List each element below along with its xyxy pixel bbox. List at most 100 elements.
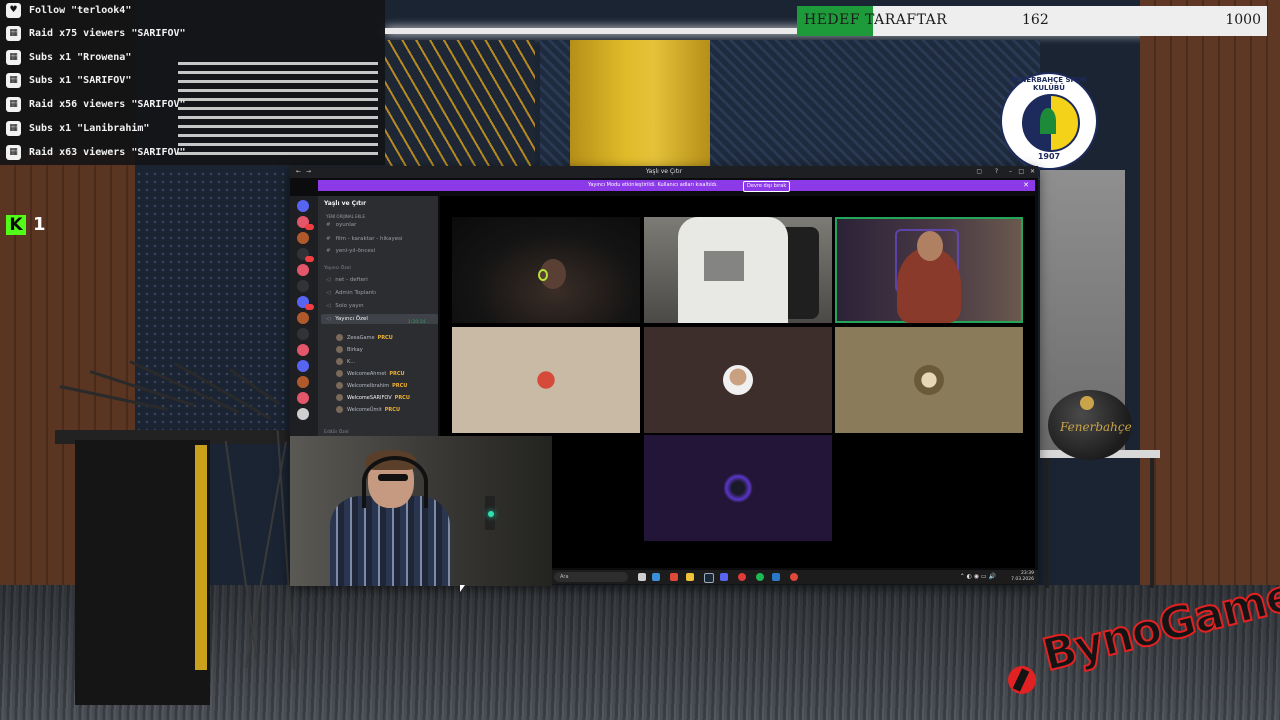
mouse-cursor-icon: [460, 585, 465, 592]
podium-stripe: [195, 445, 207, 670]
yellow-column: [570, 40, 710, 170]
avatar-tile[interactable]: [644, 327, 832, 433]
inbox-icon[interactable]: ▢: [976, 168, 982, 175]
voice-channel[interactable]: ◁ Solo yayın: [326, 301, 364, 311]
voice-user[interactable]: WelcomeÜmit PRCU: [336, 404, 400, 415]
banner-close-icon[interactable]: ✕: [1023, 180, 1029, 191]
text-channel[interactable]: # yeni-yıl-öncesi: [326, 246, 375, 256]
voice-user[interactable]: Birkay: [336, 344, 363, 355]
video-tile[interactable]: [644, 217, 832, 323]
server-icon[interactable]: [297, 376, 309, 388]
category-header[interactable]: Yayıncı Özel: [324, 266, 351, 271]
edge-icon[interactable]: [652, 573, 660, 581]
server-icon[interactable]: [297, 408, 309, 420]
ball-crest-icon: [1080, 396, 1094, 410]
channel-sidebar: Yaşlı ve Çıtır YENİ ORIJINAL EKLE # oyunl…: [318, 196, 438, 436]
streamer-body: [330, 496, 450, 586]
alert-item: ♥ Follow "terlook4": [6, 0, 131, 20]
chrome-icon[interactable]: [670, 573, 678, 581]
hash-icon: #: [326, 248, 331, 254]
alert-item: ▦ Raid x63 viewers "SARIFOV": [6, 142, 186, 162]
task-view-icon[interactable]: [638, 573, 646, 581]
text-channel[interactable]: # film - karaktar - hikayesi: [326, 234, 403, 244]
voice-user[interactable]: WelcomeAhmet PRCU: [336, 368, 405, 379]
server-icon[interactable]: [297, 360, 309, 372]
raid-icon: ▦: [6, 25, 21, 41]
app-icon[interactable]: [772, 573, 780, 581]
voice-channel[interactable]: ◁ net - defteri: [326, 275, 368, 285]
hash-icon: #: [326, 236, 331, 242]
bynogame-mark-icon: [1008, 666, 1036, 694]
voice-user[interactable]: ZeeaGame PRCU: [336, 332, 393, 343]
avatar: [336, 370, 343, 377]
avatar-tile[interactable]: [835, 327, 1023, 433]
voice-user[interactable]: K...: [336, 356, 355, 367]
avatar: [336, 382, 343, 389]
alert-item: ▦ Raid x56 viewers "SARIFOV": [6, 94, 186, 114]
press-podium: [75, 440, 210, 705]
avatar: [336, 394, 343, 401]
spotify-icon[interactable]: [756, 573, 764, 581]
system-tray-icons[interactable]: ⌃ ◐ ◉ ▭ 🔊: [960, 573, 996, 580]
avatar-tile[interactable]: [452, 327, 640, 433]
avatar: [723, 365, 753, 395]
hash-icon: #: [326, 222, 331, 228]
wall-panel: [710, 40, 1040, 180]
voice-channel[interactable]: ◁ Admin Toplantı: [326, 288, 376, 298]
discord-home-icon[interactable]: [297, 200, 309, 212]
headset-glow: [538, 269, 548, 281]
avatar: [531, 365, 561, 395]
kick-logo-icon: K: [6, 214, 26, 235]
goal-target: 1000: [1225, 12, 1261, 28]
alert-feed: ♥ Follow "terlook4" ▦ Raid x75 viewers "…: [0, 0, 385, 165]
subs-icon: ▦: [6, 72, 21, 88]
viewer-count: 1: [33, 214, 46, 235]
disable-streamer-mode-button[interactable]: Devre dışı bırak: [743, 181, 791, 192]
notification-badge: [305, 256, 314, 262]
obs-icon[interactable]: [738, 573, 746, 581]
server-icon[interactable]: [297, 392, 309, 404]
alert-item: ▦ Raid x75 viewers "SARIFOV": [6, 23, 186, 43]
speaker-icon: ◁: [326, 316, 331, 322]
server-list: [290, 196, 318, 436]
goal-label: HEDEF TARAFTAR: [804, 12, 948, 28]
participant-head: [917, 231, 943, 261]
ball-text: Fenerbahçe: [1060, 420, 1132, 434]
taskbar-clock[interactable]: 23:39 7.03.2026: [1011, 571, 1034, 583]
window-title: Yaşlı ve Çıtır: [645, 168, 683, 175]
server-icon[interactable]: [297, 312, 309, 324]
server-icon[interactable]: [297, 264, 309, 276]
steam-icon[interactable]: [704, 573, 714, 583]
server-icon[interactable]: [297, 344, 309, 356]
voice-user[interactable]: WelcomeIbrahim PRCU: [336, 380, 407, 391]
guild-name[interactable]: Yaşlı ve Çıtır: [324, 200, 366, 207]
streamer-mode-banner: Yayıncı Modu etkinleştirildi. Kullanıcı …: [318, 180, 1035, 192]
alert-item: ▦ Subs x1 "Lanibrahim": [6, 118, 149, 138]
text-channel[interactable]: # oyunlar: [326, 220, 356, 230]
server-icon[interactable]: [297, 232, 309, 244]
maximize-icon[interactable]: □: [1018, 168, 1024, 175]
headphones-icon: [362, 456, 428, 508]
file-explorer-icon[interactable]: [686, 573, 694, 581]
help-icon[interactable]: ?: [995, 168, 998, 175]
voice-user[interactable]: WelcomeSARIFOV PRCU: [336, 392, 410, 403]
close-icon[interactable]: ✕: [1030, 168, 1035, 175]
category-header[interactable]: Editör Özel: [324, 430, 349, 435]
avatar-tile[interactable]: [644, 435, 832, 541]
server-icon[interactable]: [297, 280, 309, 292]
decor-stripes: [178, 62, 378, 157]
speaker-icon: ◁: [326, 290, 331, 296]
app-icon[interactable]: [790, 573, 798, 581]
video-tile[interactable]: [452, 217, 640, 323]
avatar: [336, 406, 343, 413]
video-tile-speaking[interactable]: [835, 217, 1023, 323]
avatar: [336, 346, 343, 353]
alert-item: ▦ Subs x1 "Rrowena": [6, 47, 131, 67]
taskbar-search[interactable]: Ara: [554, 572, 628, 582]
speaker-icon: ◁: [326, 277, 331, 283]
minimize-icon[interactable]: –: [1009, 168, 1012, 175]
speaker-icon: ◁: [326, 303, 331, 309]
server-icon[interactable]: [297, 328, 309, 340]
discord-icon[interactable]: [720, 573, 728, 581]
window-titlebar: ← → Yaşlı ve Çıtır ▢ ? – □ ✕: [290, 166, 1038, 178]
